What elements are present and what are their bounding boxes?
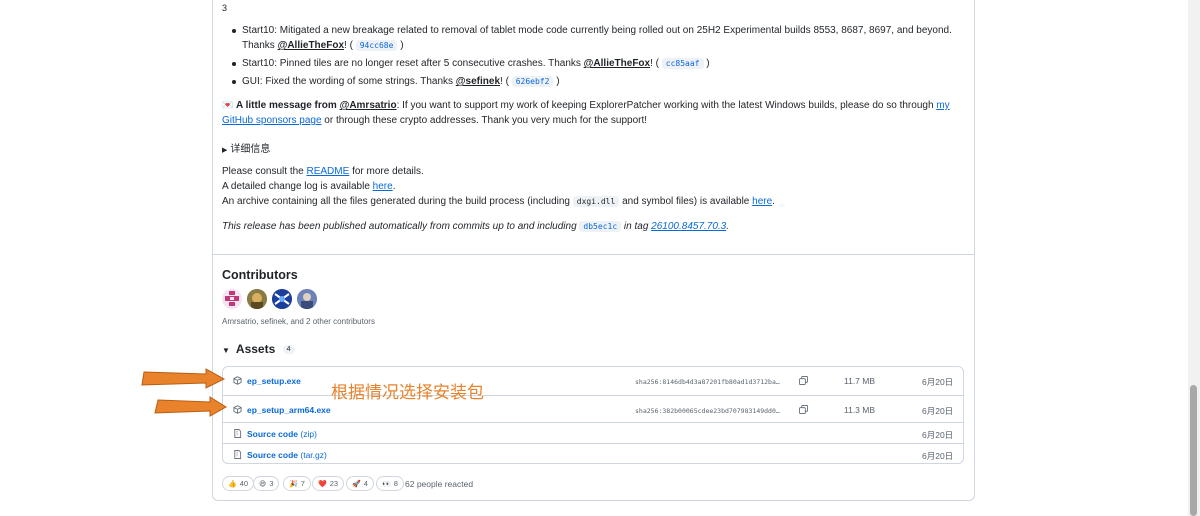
annotation-label: 根据情况选择安装包 [331, 383, 484, 403]
asset-link-ep-setup-arm64[interactable]: ep_setup_arm64.exe [247, 405, 331, 415]
sponsors-link-part1[interactable]: my [936, 100, 949, 111]
reaction-smile[interactable]: 😄 3 [253, 476, 280, 491]
avatar[interactable] [222, 289, 242, 309]
copy-icon[interactable] [799, 405, 808, 414]
asset-date: 6月20日 [922, 430, 954, 440]
reaction-tada[interactable]: 🎉 7 [283, 476, 311, 491]
section-divider [212, 254, 975, 255]
support-message-line2: GitHub sponsors page or through these cr… [222, 115, 648, 126]
source-code-zip-link[interactable]: Source code (zip) [247, 429, 317, 439]
asset-sha256: sha256:382b00065cdee23bd707983149dd0… [635, 407, 780, 415]
changelog-link[interactable]: here [373, 181, 393, 192]
copy-icon[interactable] [799, 376, 808, 385]
sponsors-link[interactable]: GitHub sponsors page [222, 115, 322, 126]
bullet-1-line2: Thanks @AllieTheFox! ( 94cc68e ) [242, 40, 404, 51]
asset-link-ep-setup[interactable]: ep_setup.exe [247, 376, 301, 386]
asset-row: Source code (zip) 6月20日 [223, 422, 963, 443]
details-toggle[interactable]: ▶ 详细信息 [222, 140, 270, 155]
reaction-rocket[interactable]: 🚀 4 [346, 476, 374, 491]
bullet-2: Start10: Pinned tiles are no longer rese… [242, 58, 710, 69]
assets-count-badge: 4 [282, 345, 295, 355]
support-message-line1: 💌 A little message from @Amrsatrio: If y… [222, 100, 950, 111]
asset-size: 11.7 MB [844, 376, 876, 386]
avatar[interactable] [247, 289, 267, 309]
archive-line: An archive containing all the files gene… [222, 196, 775, 207]
triangle-right-icon: ▶ [222, 147, 228, 154]
zip-file-icon [234, 450, 242, 459]
asset-date: 6月20日 [922, 451, 954, 461]
assets-toggle[interactable]: ▼ Assets 4 [222, 342, 295, 356]
asset-sha256: sha256:8146db4d3a87201fb80ad1d3712ba… [635, 378, 780, 386]
annotation-arrows [141, 368, 227, 417]
bullet-dot [232, 80, 236, 84]
readme-line: Please consult the README for more detai… [222, 166, 424, 177]
package-icon [233, 376, 242, 385]
tag-link[interactable]: 26100.8457.70.3 [651, 221, 726, 232]
commit-sha-link[interactable]: 94cc68e [355, 40, 398, 51]
reaction-heart[interactable]: ❤️ 23 [312, 476, 345, 491]
scrollbar-thumb[interactable] [1190, 385, 1197, 516]
mention-sefinek[interactable]: @sefinek [456, 76, 500, 87]
bullet-dot [232, 62, 236, 66]
mention-alliethefox[interactable]: @AllieTheFox [584, 58, 650, 69]
asset-size: 11.3 MB [844, 405, 876, 415]
changelog-line: A detailed change log is available here. [222, 181, 396, 192]
commit-sha-link[interactable]: db5ec1c [579, 221, 622, 232]
reaction-eyes[interactable]: 👀 8 [376, 476, 404, 491]
triangle-down-icon: ▼ [222, 346, 230, 355]
package-icon [233, 405, 242, 414]
love-letter-icon: 💌 [222, 100, 234, 110]
source-code-tar-link[interactable]: Source code (tar.gz) [247, 450, 327, 460]
list-number: 3 [222, 3, 228, 13]
commit-sha-link[interactable]: cc85aaf [661, 58, 704, 69]
commit-sha-link[interactable]: 626ebf2 [511, 76, 554, 87]
reaction-thumbs-up[interactable]: 👍 40 [222, 476, 255, 491]
zip-file-icon [234, 429, 242, 438]
bullet-1-line1: Start10: Mitigated a new breakage relate… [242, 25, 952, 36]
auto-publish-note: This release has been published automati… [222, 221, 730, 232]
asset-date: 6月20日 [922, 377, 954, 387]
mention-alliethefox[interactable]: @AllieTheFox [278, 40, 344, 51]
contributors-summary: Amrsatrio, sefinek, and 2 other contribu… [222, 317, 375, 326]
contributors-heading: Contributors [222, 268, 298, 282]
mention-amrsatrio[interactable]: @Amrsatrio [340, 100, 397, 111]
avatar[interactable] [272, 289, 292, 309]
archive-link[interactable]: here [752, 196, 772, 207]
avatar[interactable] [297, 289, 317, 309]
reacted-summary: 62 people reacted [405, 479, 474, 489]
asset-row: Source code (tar.gz) 6月20日 [223, 443, 963, 464]
asset-date: 6月20日 [922, 406, 954, 416]
bullet-dot [232, 29, 236, 33]
readme-link[interactable]: README [307, 166, 350, 177]
bullet-3: GUI: Fixed the wording of some strings. … [242, 76, 560, 87]
